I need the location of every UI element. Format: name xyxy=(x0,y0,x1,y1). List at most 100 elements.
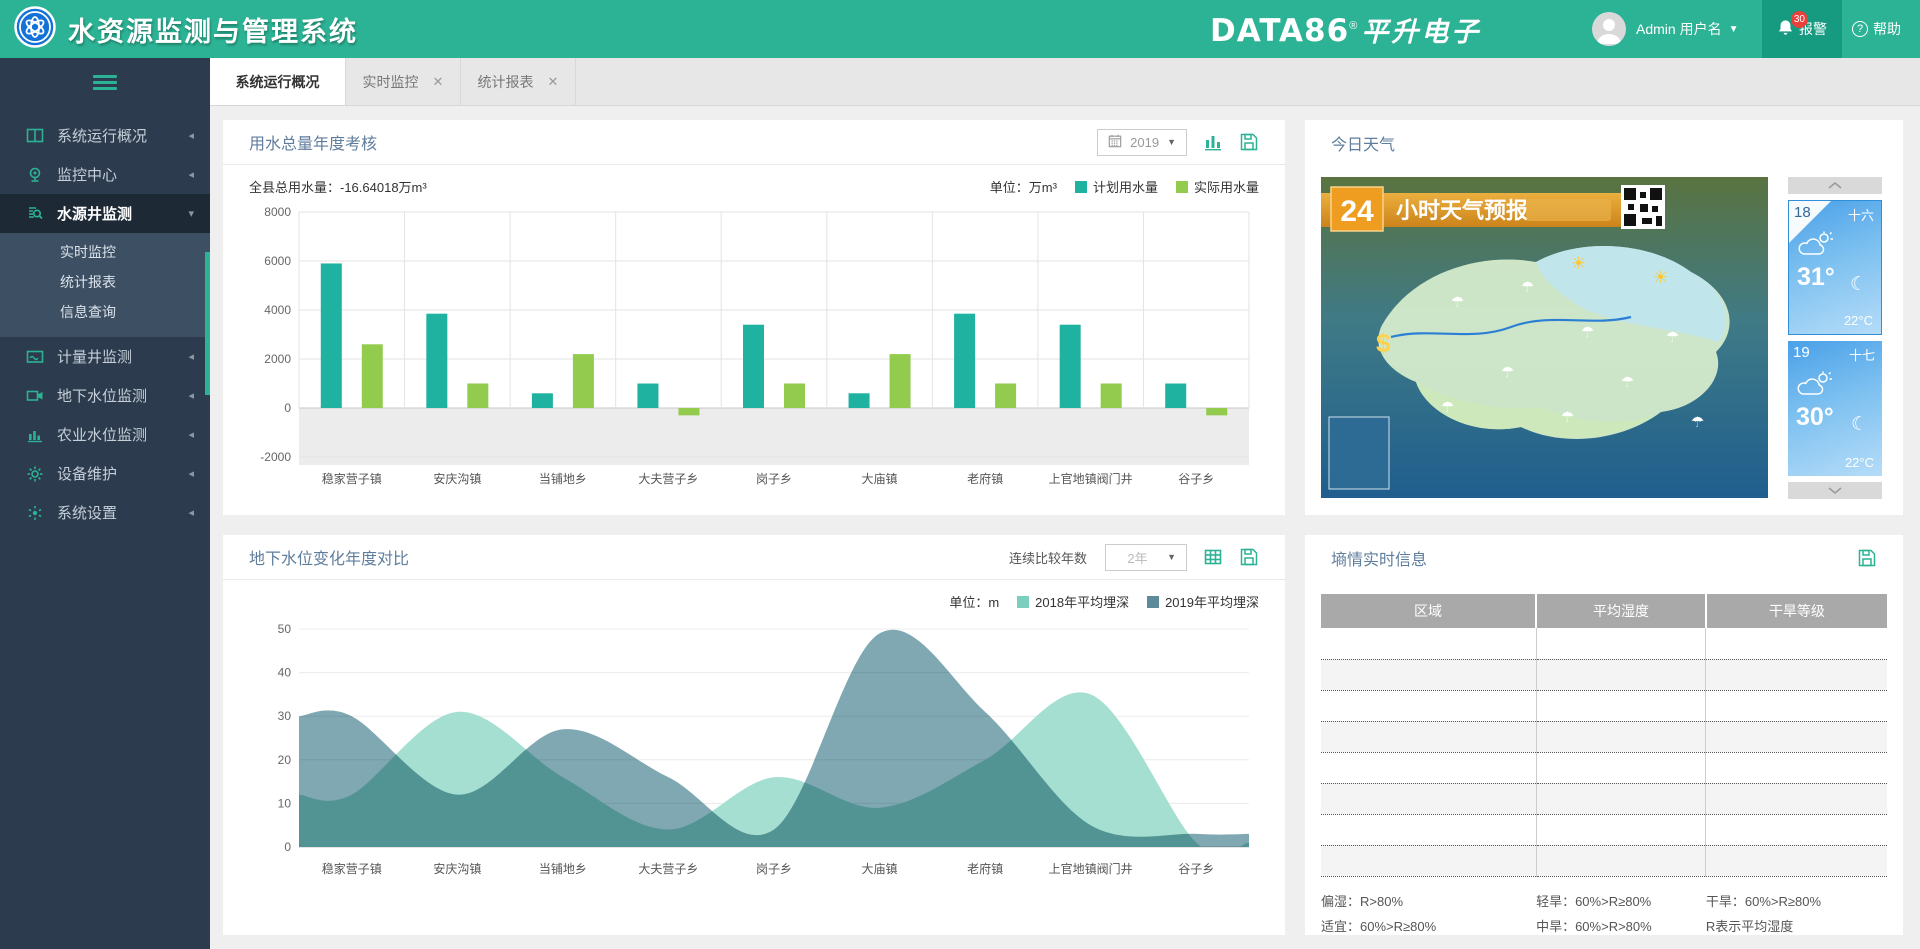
app-header: 水资源监测与管理系统 DATA86 ® 平升电子 Admin 用户名 ▼ 30 … xyxy=(0,0,1920,58)
qr-code-icon xyxy=(1621,185,1665,229)
save-icon[interactable] xyxy=(1239,132,1259,152)
bar[interactable] xyxy=(321,263,342,408)
tab-label: 实时监控 xyxy=(363,72,419,92)
sidebar-item-overview[interactable]: 系统运行概况◂ xyxy=(0,116,210,155)
legend-swatch xyxy=(1017,596,1029,608)
sidebar-submenu-water-source-wells: 实时监控统计报表信息查询 xyxy=(0,233,210,337)
bar[interactable] xyxy=(995,384,1016,409)
bar[interactable] xyxy=(849,393,870,408)
lunar-date: 十六 xyxy=(1848,205,1874,224)
bar[interactable] xyxy=(467,384,488,409)
bar[interactable] xyxy=(1101,384,1122,409)
svg-text:☀: ☀ xyxy=(1653,268,1668,287)
sidebar-item-metering-wells[interactable]: 计量井监测◂ xyxy=(0,337,210,376)
compare-years-select[interactable]: 2年 ▼ xyxy=(1105,544,1187,571)
close-icon[interactable]: ✕ xyxy=(433,74,444,90)
sidebar-item-label: 系统设置 xyxy=(57,502,117,523)
bar[interactable] xyxy=(532,393,553,408)
bar[interactable] xyxy=(637,384,658,409)
svg-text:岗子乡: 岗子乡 xyxy=(756,862,792,876)
year-select-value: 2019 xyxy=(1130,135,1159,150)
bar-chart-svg: 80006000400020000-2000稳家营子镇安庆沟镇当铺地乡大夫营子乡… xyxy=(249,198,1259,496)
day-number: 18 xyxy=(1794,204,1811,221)
sidebar-item-agriculture-water[interactable]: 农业水位监测◂ xyxy=(0,415,210,454)
alarm-button[interactable]: 30 报警 xyxy=(1762,0,1842,58)
sidebar-active-accent xyxy=(205,252,210,395)
bar[interactable] xyxy=(743,325,764,408)
table-view-icon[interactable] xyxy=(1203,547,1223,567)
legend-item[interactable]: 2018年平均埋深 xyxy=(1017,592,1129,611)
tab-realtime-monitor[interactable]: 实时监控 ✕ xyxy=(346,58,461,105)
svg-text:40: 40 xyxy=(278,666,292,680)
year-select[interactable]: 2019 ▼ xyxy=(1097,129,1187,156)
svg-text:8000: 8000 xyxy=(264,205,291,219)
brand-suffix-text: 平升电子 xyxy=(1361,10,1481,49)
weather-day-card[interactable]: 18十六31°☾22°C xyxy=(1788,200,1882,335)
legend-item[interactable]: 实际用水量 xyxy=(1176,177,1259,196)
sidebar-item-water-source-wells[interactable]: 水源井监测▾ xyxy=(0,194,210,233)
table-row xyxy=(1321,752,1887,783)
weather-scroll-up-button[interactable] xyxy=(1788,177,1882,194)
bar-chart-legend: 计划用水量实际用水量 xyxy=(1057,177,1259,196)
total-usage-text: 全县总用水量：-16.64018万m³ xyxy=(249,177,427,196)
help-button[interactable]: ? 帮助 xyxy=(1852,19,1901,39)
tab-overview[interactable]: 系统运行概况 xyxy=(210,58,346,105)
weather-scroll-down-button[interactable] xyxy=(1788,482,1882,499)
bar[interactable] xyxy=(784,384,805,409)
hamburger-icon xyxy=(93,72,117,93)
app-title: 水资源监测与管理系统 xyxy=(68,10,358,49)
bar[interactable] xyxy=(1165,384,1186,409)
chevron-left-icon: ◂ xyxy=(188,428,194,441)
legend-swatch xyxy=(1176,181,1188,193)
save-icon[interactable] xyxy=(1857,548,1877,568)
close-icon[interactable]: ✕ xyxy=(548,74,559,90)
svg-text:岗子乡: 岗子乡 xyxy=(756,472,792,486)
day-temperature: 30° xyxy=(1796,403,1834,432)
compare-years-value: 2年 xyxy=(1127,548,1147,567)
legend-item[interactable]: 2019年平均埋深 xyxy=(1147,592,1259,611)
card-title-water-usage: 用水总量年度考核 xyxy=(249,130,1097,154)
bar[interactable] xyxy=(573,354,594,408)
table-cell xyxy=(1706,659,1887,690)
sidebar-subitem[interactable]: 实时监控 xyxy=(0,237,210,267)
svg-text:当铺地乡: 当铺地乡 xyxy=(539,472,587,486)
bar[interactable] xyxy=(362,344,383,408)
user-menu[interactable]: Admin 用户名 ▼ xyxy=(1592,12,1738,46)
legend-item[interactable]: 计划用水量 xyxy=(1075,177,1158,196)
bar[interactable] xyxy=(954,314,975,408)
bar[interactable] xyxy=(1206,408,1227,415)
svg-text:☂: ☂ xyxy=(1521,279,1534,296)
water-usage-bar-chart: 80006000400020000-2000稳家营子镇安庆沟镇当铺地乡大夫营子乡… xyxy=(223,198,1285,501)
table-cell xyxy=(1536,721,1706,752)
weather-day-card[interactable]: 19十七30°☾22°C xyxy=(1788,341,1882,476)
area-chart-svg: 50403020100稳家营子镇安庆沟镇当铺地乡大夫营子乡岗子乡大庙镇老府镇上官… xyxy=(249,613,1259,885)
sidebar-item-groundwater-monitor[interactable]: 地下水位监测◂ xyxy=(0,376,210,415)
app-logo-icon xyxy=(14,6,56,53)
sidebar-item-system-settings[interactable]: 系统设置◂ xyxy=(0,493,210,532)
bar[interactable] xyxy=(1060,325,1081,408)
soil-note: 中旱：60%>R>80% xyxy=(1536,916,1706,935)
soil-moisture-table: 区域平均湿度干旱等级 xyxy=(1321,594,1887,877)
bar[interactable] xyxy=(678,408,699,415)
soil-moisture-card: 墒情实时信息 区域平均湿度干旱等级 偏湿：R>80%轻旱：60%>R≥80%干旱… xyxy=(1305,535,1903,935)
table-cell xyxy=(1321,690,1536,721)
sidebar-item-label: 设备维护 xyxy=(57,463,117,484)
chart-view-icon[interactable] xyxy=(1203,132,1223,152)
save-icon[interactable] xyxy=(1239,547,1259,567)
soil-note: 干旱：60%>R≥80% xyxy=(1706,891,1887,910)
sidebar-subitem[interactable]: 统计报表 xyxy=(0,267,210,297)
sidebar-collapse-button[interactable] xyxy=(0,58,210,106)
card-title-weather: 今日天气 xyxy=(1331,131,1877,155)
cloud-sun-icon xyxy=(1797,231,1837,262)
sidebar-subitem[interactable]: 信息查询 xyxy=(0,297,210,327)
sidebar-item-device-maintenance[interactable]: 设备维护◂ xyxy=(0,454,210,493)
table-cell xyxy=(1321,628,1536,659)
bar[interactable] xyxy=(890,354,911,408)
bar[interactable] xyxy=(426,314,447,408)
sidebar-item-monitor-center[interactable]: 监控中心◂ xyxy=(0,155,210,194)
avatar[interactable] xyxy=(1592,12,1626,46)
tab-statistics-report[interactable]: 统计报表✕ xyxy=(461,58,576,105)
card-title-groundwater: 地下水位变化年度对比 xyxy=(249,545,1009,569)
day-number: 19 xyxy=(1793,344,1810,361)
brand-main-text: DATA86 xyxy=(1210,13,1349,49)
